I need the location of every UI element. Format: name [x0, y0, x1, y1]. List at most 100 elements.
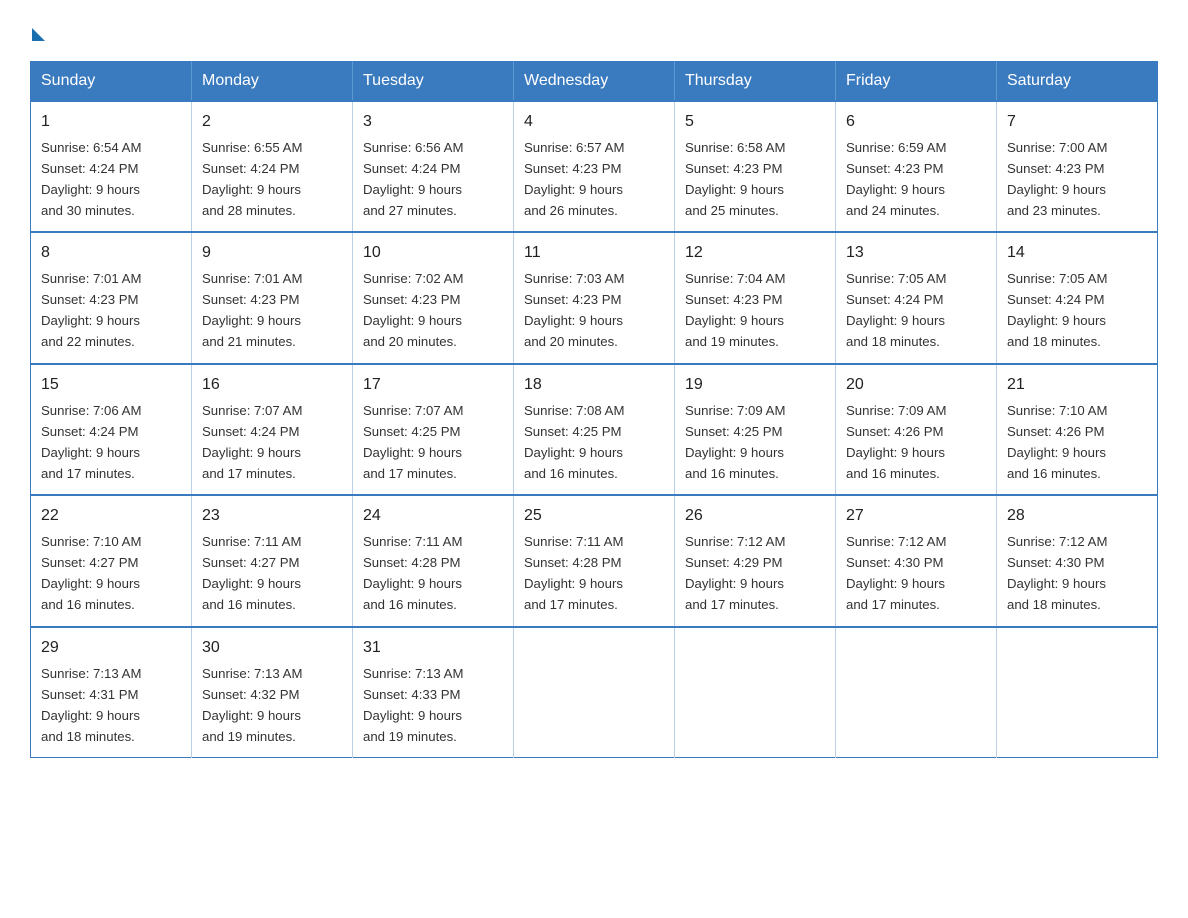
- calendar-week-row: 8 Sunrise: 7:01 AMSunset: 4:23 PMDaylight…: [31, 232, 1158, 363]
- day-number: 26: [685, 504, 825, 529]
- calendar-cell: 27 Sunrise: 7:12 AMSunset: 4:30 PMDayligh…: [836, 495, 997, 626]
- calendar-cell: [514, 627, 675, 758]
- day-number: 22: [41, 504, 181, 529]
- calendar-cell: 2 Sunrise: 6:55 AMSunset: 4:24 PMDaylight…: [192, 101, 353, 232]
- day-info: Sunrise: 6:54 AMSunset: 4:24 PMDaylight:…: [41, 140, 141, 218]
- calendar-cell: 20 Sunrise: 7:09 AMSunset: 4:26 PMDayligh…: [836, 364, 997, 495]
- day-info: Sunrise: 7:13 AMSunset: 4:32 PMDaylight:…: [202, 666, 302, 744]
- day-number: 23: [202, 504, 342, 529]
- calendar-cell: 26Sunrise: 7:12 AMSunset: 4:29 PMDayligh…: [675, 495, 836, 626]
- day-info: Sunrise: 7:10 AMSunset: 4:27 PMDaylight:…: [41, 534, 141, 612]
- calendar-table: SundayMondayTuesdayWednesdayThursdayFrid…: [30, 61, 1158, 758]
- weekday-header-sunday: Sunday: [31, 62, 192, 102]
- calendar-cell: 23 Sunrise: 7:11 AMSunset: 4:27 PMDayligh…: [192, 495, 353, 626]
- day-info: Sunrise: 7:09 AMSunset: 4:25 PMDaylight:…: [685, 403, 785, 481]
- day-number: 24: [363, 504, 503, 529]
- day-number: 7: [1007, 110, 1147, 135]
- day-number: 4: [524, 110, 664, 135]
- page-header: [30, 20, 1158, 43]
- day-info: Sunrise: 7:12 AMSunset: 4:30 PMDaylight:…: [1007, 534, 1107, 612]
- weekday-header-wednesday: Wednesday: [514, 62, 675, 102]
- calendar-cell: 15 Sunrise: 7:06 AMSunset: 4:24 PMDayligh…: [31, 364, 192, 495]
- day-number: 6: [846, 110, 986, 135]
- weekday-header-monday: Monday: [192, 62, 353, 102]
- day-number: 17: [363, 373, 503, 398]
- day-info: Sunrise: 7:00 AMSunset: 4:23 PMDaylight:…: [1007, 140, 1107, 218]
- day-info: Sunrise: 7:10 AMSunset: 4:26 PMDaylight:…: [1007, 403, 1107, 481]
- weekday-header-tuesday: Tuesday: [353, 62, 514, 102]
- calendar-cell: 16 Sunrise: 7:07 AMSunset: 4:24 PMDayligh…: [192, 364, 353, 495]
- day-info: Sunrise: 7:01 AMSunset: 4:23 PMDaylight:…: [202, 271, 302, 349]
- logo: [30, 28, 45, 43]
- day-info: Sunrise: 6:59 AMSunset: 4:23 PMDaylight:…: [846, 140, 946, 218]
- calendar-header-row: SundayMondayTuesdayWednesdayThursdayFrid…: [31, 62, 1158, 102]
- calendar-cell: 9 Sunrise: 7:01 AMSunset: 4:23 PMDaylight…: [192, 232, 353, 363]
- calendar-week-row: 22 Sunrise: 7:10 AMSunset: 4:27 PMDayligh…: [31, 495, 1158, 626]
- day-info: Sunrise: 7:02 AMSunset: 4:23 PMDaylight:…: [363, 271, 463, 349]
- day-info: Sunrise: 7:13 AMSunset: 4:33 PMDaylight:…: [363, 666, 463, 744]
- day-info: Sunrise: 7:11 AMSunset: 4:28 PMDaylight:…: [363, 534, 462, 612]
- day-number: 2: [202, 110, 342, 135]
- day-info: Sunrise: 7:13 AMSunset: 4:31 PMDaylight:…: [41, 666, 141, 744]
- calendar-cell: 11Sunrise: 7:03 AMSunset: 4:23 PMDayligh…: [514, 232, 675, 363]
- day-number: 5: [685, 110, 825, 135]
- calendar-cell: 1 Sunrise: 6:54 AMSunset: 4:24 PMDaylight…: [31, 101, 192, 232]
- day-number: 14: [1007, 241, 1147, 266]
- calendar-cell: 19Sunrise: 7:09 AMSunset: 4:25 PMDayligh…: [675, 364, 836, 495]
- calendar-cell: 4 Sunrise: 6:57 AMSunset: 4:23 PMDaylight…: [514, 101, 675, 232]
- day-number: 25: [524, 504, 664, 529]
- day-number: 31: [363, 636, 503, 661]
- day-info: Sunrise: 6:56 AMSunset: 4:24 PMDaylight:…: [363, 140, 463, 218]
- day-number: 21: [1007, 373, 1147, 398]
- day-info: Sunrise: 7:07 AMSunset: 4:24 PMDaylight:…: [202, 403, 302, 481]
- calendar-week-row: 29 Sunrise: 7:13 AMSunset: 4:31 PMDayligh…: [31, 627, 1158, 758]
- calendar-cell: 21 Sunrise: 7:10 AMSunset: 4:26 PMDayligh…: [997, 364, 1158, 495]
- day-info: Sunrise: 7:03 AMSunset: 4:23 PMDaylight:…: [524, 271, 624, 349]
- calendar-week-row: 1 Sunrise: 6:54 AMSunset: 4:24 PMDaylight…: [31, 101, 1158, 232]
- day-number: 20: [846, 373, 986, 398]
- calendar-cell: [836, 627, 997, 758]
- calendar-cell: 31 Sunrise: 7:13 AMSunset: 4:33 PMDayligh…: [353, 627, 514, 758]
- day-info: Sunrise: 7:05 AMSunset: 4:24 PMDaylight:…: [1007, 271, 1107, 349]
- day-info: Sunrise: 7:06 AMSunset: 4:24 PMDaylight:…: [41, 403, 141, 481]
- day-number: 9: [202, 241, 342, 266]
- day-info: Sunrise: 7:04 AMSunset: 4:23 PMDaylight:…: [685, 271, 785, 349]
- calendar-cell: 25 Sunrise: 7:11 AMSunset: 4:28 PMDayligh…: [514, 495, 675, 626]
- calendar-cell: [675, 627, 836, 758]
- weekday-header-thursday: Thursday: [675, 62, 836, 102]
- day-number: 13: [846, 241, 986, 266]
- calendar-cell: 6 Sunrise: 6:59 AMSunset: 4:23 PMDaylight…: [836, 101, 997, 232]
- calendar-cell: 28 Sunrise: 7:12 AMSunset: 4:30 PMDayligh…: [997, 495, 1158, 626]
- day-info: Sunrise: 6:57 AMSunset: 4:23 PMDaylight:…: [524, 140, 624, 218]
- weekday-header-friday: Friday: [836, 62, 997, 102]
- day-info: Sunrise: 7:11 AMSunset: 4:28 PMDaylight:…: [524, 534, 623, 612]
- calendar-cell: 30 Sunrise: 7:13 AMSunset: 4:32 PMDayligh…: [192, 627, 353, 758]
- day-info: Sunrise: 7:01 AMSunset: 4:23 PMDaylight:…: [41, 271, 141, 349]
- calendar-week-row: 15 Sunrise: 7:06 AMSunset: 4:24 PMDayligh…: [31, 364, 1158, 495]
- day-number: 27: [846, 504, 986, 529]
- day-number: 1: [41, 110, 181, 135]
- day-number: 12: [685, 241, 825, 266]
- calendar-cell: 18Sunrise: 7:08 AMSunset: 4:25 PMDayligh…: [514, 364, 675, 495]
- calendar-cell: 3Sunrise: 6:56 AMSunset: 4:24 PMDaylight…: [353, 101, 514, 232]
- day-info: Sunrise: 7:11 AMSunset: 4:27 PMDaylight:…: [202, 534, 301, 612]
- calendar-cell: 14 Sunrise: 7:05 AMSunset: 4:24 PMDayligh…: [997, 232, 1158, 363]
- day-info: Sunrise: 7:12 AMSunset: 4:30 PMDaylight:…: [846, 534, 946, 612]
- day-info: Sunrise: 7:09 AMSunset: 4:26 PMDaylight:…: [846, 403, 946, 481]
- day-number: 29: [41, 636, 181, 661]
- calendar-cell: 12 Sunrise: 7:04 AMSunset: 4:23 PMDayligh…: [675, 232, 836, 363]
- day-number: 10: [363, 241, 503, 266]
- day-number: 28: [1007, 504, 1147, 529]
- day-number: 8: [41, 241, 181, 266]
- calendar-cell: 8 Sunrise: 7:01 AMSunset: 4:23 PMDaylight…: [31, 232, 192, 363]
- day-info: Sunrise: 6:55 AMSunset: 4:24 PMDaylight:…: [202, 140, 302, 218]
- day-info: Sunrise: 7:05 AMSunset: 4:24 PMDaylight:…: [846, 271, 946, 349]
- day-info: Sunrise: 7:07 AMSunset: 4:25 PMDaylight:…: [363, 403, 463, 481]
- day-number: 15: [41, 373, 181, 398]
- calendar-cell: 22 Sunrise: 7:10 AMSunset: 4:27 PMDayligh…: [31, 495, 192, 626]
- day-number: 16: [202, 373, 342, 398]
- weekday-header-saturday: Saturday: [997, 62, 1158, 102]
- day-number: 18: [524, 373, 664, 398]
- calendar-cell: 29 Sunrise: 7:13 AMSunset: 4:31 PMDayligh…: [31, 627, 192, 758]
- day-number: 30: [202, 636, 342, 661]
